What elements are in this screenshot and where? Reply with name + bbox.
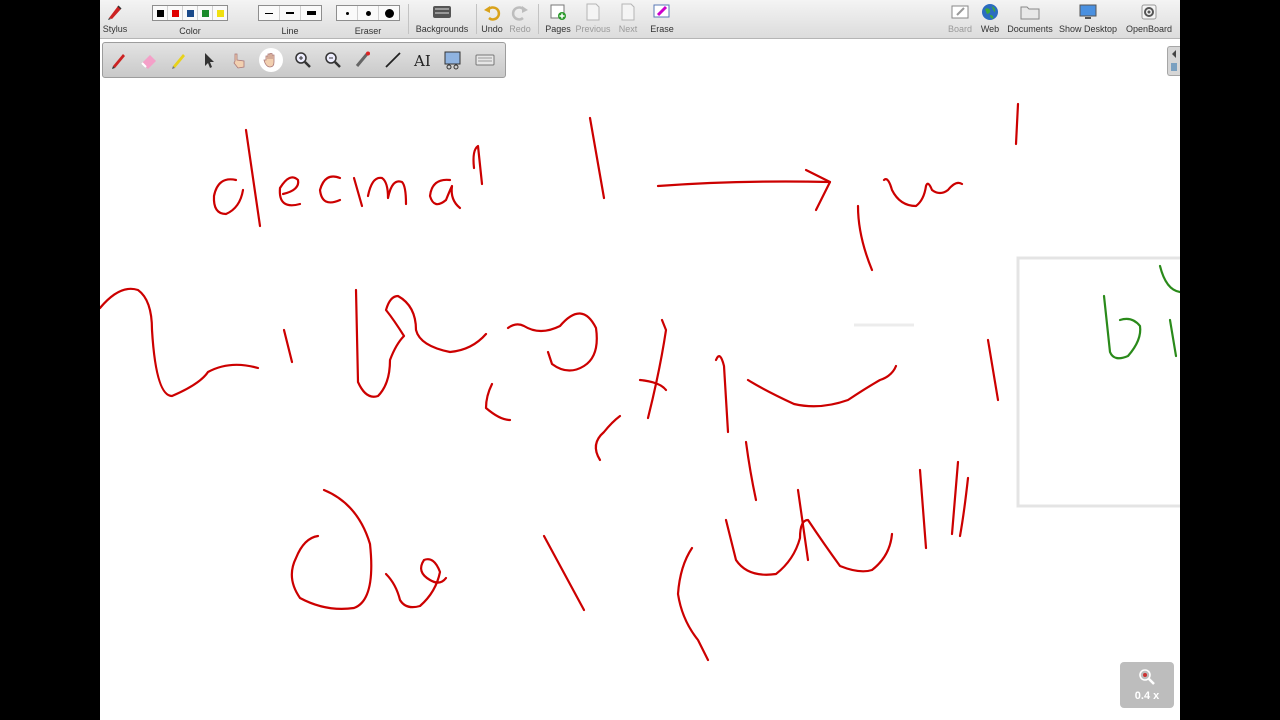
zoom-level-label: 0.4 x [1134, 690, 1160, 702]
openboard-window: Stylus Color Line Eraser Backgrounds Und… [100, 0, 1180, 720]
ink-strokes-green [1102, 264, 1180, 360]
ink-strokes-red [100, 102, 1020, 662]
zoom-icon [1139, 669, 1155, 685]
zoom-indicator[interactable]: 0.4 x [1120, 662, 1174, 708]
embedded-board-frame [1016, 256, 1180, 508]
whiteboard-canvas[interactable] [100, 0, 1180, 720]
